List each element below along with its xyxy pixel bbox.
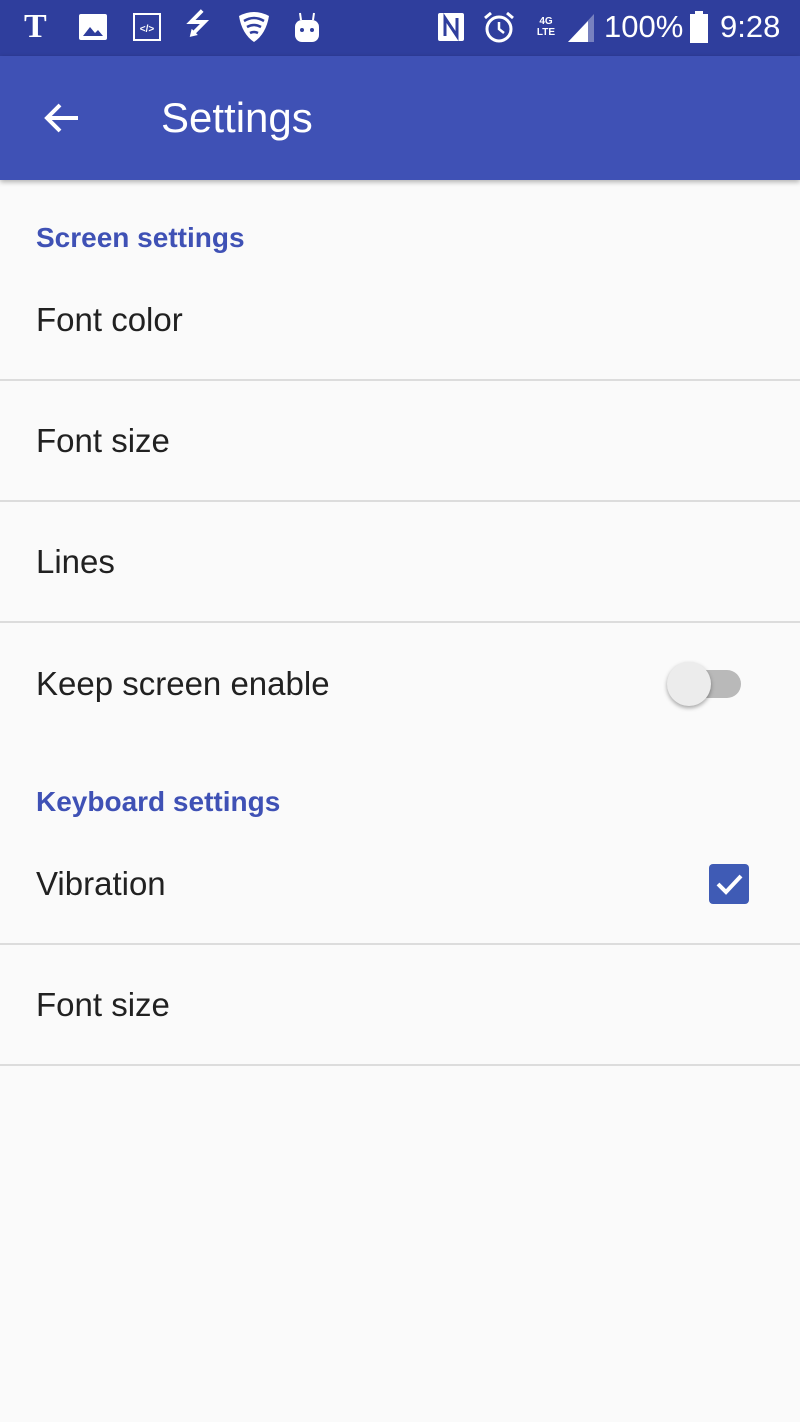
clock: 9:28 (720, 9, 781, 44)
switch-thumb (667, 661, 711, 706)
svg-text:</>: </> (140, 24, 155, 35)
back-arrow-icon[interactable] (40, 96, 84, 140)
network-type-icon: 4G LTE (536, 16, 556, 38)
nfc-icon (438, 13, 464, 41)
setting-label: Font color (36, 300, 183, 338)
setting-label: Vibration (36, 864, 166, 902)
section-header-screen: Screen settings (36, 222, 245, 253)
page-title: Settings (161, 94, 313, 141)
developer-icon: </> (133, 13, 161, 41)
status-bar: T </> ⭍ 4G LTE 100% 9:28 (0, 0, 800, 56)
tmobile-icon: T (24, 8, 47, 45)
setting-lines[interactable]: Lines (0, 502, 800, 623)
keep-screen-switch[interactable] (667, 661, 741, 706)
app-bar: Settings (0, 56, 800, 180)
setting-label: Font size (36, 421, 170, 459)
setting-label: Lines (36, 542, 115, 580)
android-icon (295, 12, 319, 42)
setting-label: Font size (36, 985, 170, 1023)
section-header-keyboard: Keyboard settings (36, 786, 281, 817)
setting-font-size[interactable]: Font size (0, 381, 800, 502)
battery-percent: 100% (604, 9, 684, 44)
checkmark-icon (716, 874, 743, 895)
setting-font-color[interactable]: Font color (0, 260, 800, 381)
setting-vibration[interactable]: Vibration (0, 824, 800, 945)
security-shield-icon (239, 12, 269, 42)
battery-icon (690, 11, 708, 43)
vibration-checkbox[interactable] (709, 863, 749, 904)
image-icon (79, 14, 107, 40)
setting-keyboard-font-size[interactable]: Font size (0, 945, 800, 1066)
setting-label: Keep screen enable (36, 664, 330, 702)
setting-keep-screen[interactable]: Keep screen enable (0, 623, 800, 744)
alarm-icon (484, 11, 514, 43)
signal-icon (568, 14, 594, 42)
usb-icon: ⭍ (186, 8, 210, 39)
